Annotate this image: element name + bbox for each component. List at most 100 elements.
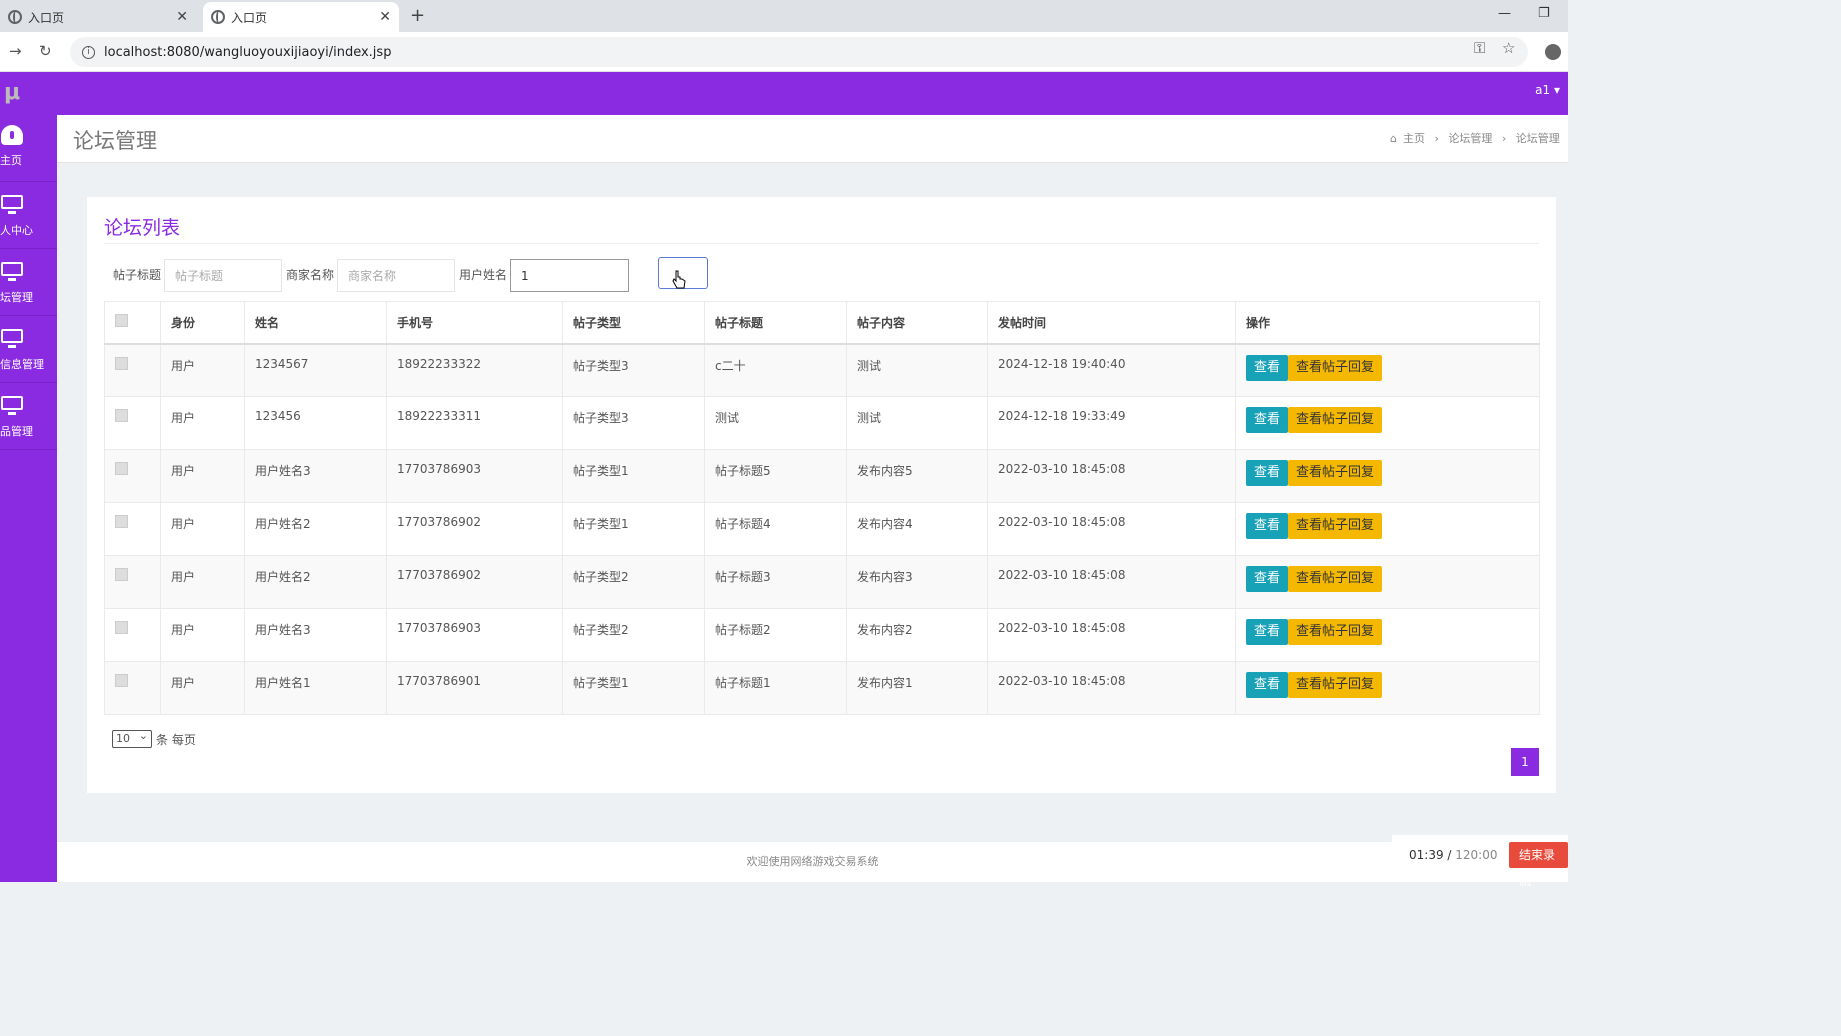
caret-down-icon: ▾ [1553, 83, 1560, 97]
row-checkbox-cell[interactable] [104, 661, 161, 715]
row-checkbox[interactable] [115, 515, 128, 528]
row-checkbox[interactable] [115, 356, 128, 370]
cell-post-title: 帖子标题5 [704, 449, 847, 503]
view-button[interactable]: 查看 [1246, 354, 1289, 381]
cell-actions: 查看 查看帖子回复 [1235, 608, 1540, 662]
sidebar-item-label: 信息管理 [0, 358, 44, 371]
view-button[interactable]: 查看 [1246, 407, 1289, 433]
cell-post-type: 帖子类型1 [562, 502, 705, 556]
chevron-right-icon: › [1501, 132, 1507, 145]
cell-post-content: 测试 [846, 396, 988, 450]
page-number-button[interactable]: 1 [1511, 748, 1539, 776]
sidebar-item-forum[interactable]: 坛管理 [0, 249, 57, 316]
info-icon[interactable]: i [82, 45, 95, 59]
table-header-row: 身份 姓名 手机号 帖子类型 帖子标题 帖子内容 发帖时间 操作 [104, 301, 1540, 345]
row-checkbox[interactable] [115, 568, 128, 581]
view-replies-button[interactable]: 查看帖子回复 [1288, 407, 1383, 433]
select-all-checkbox[interactable] [115, 314, 128, 328]
cell-post-title: 帖子标题3 [704, 555, 847, 609]
cell-identity: 用户 [160, 608, 245, 662]
browser-tab-2[interactable]: 入口页 ✕ [203, 2, 399, 32]
address-bar: → ↻ i localhost:8080/wangluoyouxijiaoyi/… [0, 32, 1568, 72]
close-tab-icon[interactable]: ✕ [176, 9, 188, 25]
merchant-input[interactable] [337, 259, 455, 292]
forward-icon[interactable]: → [9, 42, 22, 60]
new-tab-icon[interactable]: + [410, 5, 425, 26]
reload-icon[interactable]: ↻ [39, 42, 52, 60]
view-replies-button[interactable]: 查看帖子回复 [1288, 460, 1383, 486]
user-menu[interactable]: a1 ▾ [1535, 83, 1560, 97]
view-replies-button[interactable]: 查看帖子回复 [1288, 354, 1383, 381]
restore-icon[interactable]: ❐ [1538, 6, 1550, 21]
view-replies-button[interactable]: 查看帖子回复 [1288, 566, 1383, 592]
row-checkbox-cell[interactable] [104, 396, 161, 450]
browser-tab-1[interactable]: 入口页 ✕ [0, 2, 196, 32]
sidebar-item-info[interactable]: 信息管理 [0, 316, 57, 383]
view-replies-button[interactable]: 查看帖子回复 [1288, 672, 1383, 698]
stop-recording-button[interactable]: 结束录制 [1509, 842, 1568, 888]
hand-cursor-icon [672, 270, 686, 289]
cell-name: 123456 [244, 396, 387, 450]
view-replies-button[interactable]: 查看帖子回复 [1288, 619, 1383, 645]
sidebar-item-profile[interactable]: 人中心 [0, 182, 57, 249]
sidebar-item-home[interactable]: 主页 [0, 115, 57, 182]
row-checkbox-cell[interactable] [104, 502, 161, 556]
page-size-select[interactable]: 10 [112, 728, 152, 748]
globe-icon [211, 10, 225, 24]
star-icon[interactable]: ☆ [1502, 39, 1515, 57]
row-checkbox[interactable] [115, 621, 128, 634]
recording-widget: 01:39 / 120:00 结束录制 [1392, 835, 1568, 888]
cell-identity: 用户 [160, 396, 245, 450]
row-checkbox-cell[interactable] [104, 555, 161, 609]
view-button[interactable]: 查看 [1246, 513, 1289, 539]
view-button[interactable]: 查看 [1246, 566, 1289, 592]
cell-post-type: 帖子类型2 [562, 555, 705, 609]
cell-post-type: 帖子类型3 [562, 396, 705, 450]
profile-icon[interactable] [1545, 44, 1561, 60]
row-checkbox[interactable] [115, 462, 128, 475]
view-replies-button[interactable]: 查看帖子回复 [1288, 513, 1383, 539]
url-field[interactable]: i localhost:8080/wangluoyouxijiaoyi/inde… [70, 37, 1528, 67]
cell-actions: 查看 查看帖子回复 [1235, 661, 1540, 715]
minimize-icon[interactable]: — [1498, 6, 1511, 21]
globe-icon [8, 10, 22, 24]
cell-phone: 17703786902 [386, 555, 563, 609]
sidebar-item-products[interactable]: 品管理 [0, 383, 57, 450]
cell-post-title: 帖子标题1 [704, 661, 847, 715]
view-button[interactable]: 查看 [1246, 672, 1289, 698]
post-title-input[interactable] [164, 259, 282, 292]
sidebar-item-label: 主页 [0, 154, 22, 167]
user-name: a1 [1535, 83, 1551, 97]
row-checkbox[interactable] [115, 409, 128, 422]
cell-name: 用户姓名1 [244, 661, 387, 715]
cell-post-time: 2022-03-10 18:45:08 [987, 449, 1236, 503]
page-title: 论坛管理 [73, 129, 157, 153]
breadcrumb-current: 论坛管理 [1515, 132, 1560, 145]
table-row: 用户 1234567 18922233322 帖子类型3 c二十 测试 2024-12-18… [104, 343, 1540, 397]
cell-identity: 用户 [160, 555, 245, 609]
cell-identity: 用户 [160, 343, 245, 397]
row-checkbox-cell[interactable] [104, 449, 161, 503]
cell-actions: 查看 查看帖子回复 [1235, 396, 1540, 450]
row-checkbox-cell[interactable] [104, 343, 161, 397]
select-all-checkbox-cell[interactable] [104, 301, 161, 345]
recording-elapsed: 01:39 [1409, 848, 1444, 862]
row-checkbox[interactable] [115, 674, 128, 687]
col-name: 姓名 [244, 301, 387, 345]
view-button[interactable]: 查看 [1246, 619, 1289, 645]
breadcrumb-home[interactable]: 主页 [1403, 132, 1425, 145]
table-row: 用户 123456 18922233311 帖子类型3 测试 测试 2024-12-18 1… [104, 396, 1540, 450]
table-row: 用户 用户姓名3 17703786903 帖子类型1 帖子标题5 发布内容5 2022-03… [104, 449, 1540, 503]
forum-list-card: 论坛列表 帖子标题 商家名称 用户姓名 身份 姓名 手机号 帖子类型 帖子标题 … [87, 197, 1556, 793]
breadcrumb: ⌂ 主页 › 论坛管理 › 论坛管理 [1390, 130, 1566, 146]
close-tab-icon[interactable]: ✕ [379, 9, 391, 25]
view-button[interactable]: 查看 [1246, 460, 1289, 486]
breadcrumb-forum[interactable]: 论坛管理 [1448, 132, 1492, 145]
chevron-right-icon: › [1434, 132, 1439, 145]
key-icon[interactable]: ⚿ [1474, 39, 1485, 57]
page-size-control: 10 条 每页 [112, 728, 196, 748]
username-input[interactable] [510, 259, 629, 292]
row-checkbox-cell[interactable] [104, 608, 161, 662]
cell-name: 用户姓名3 [244, 449, 387, 503]
divider [104, 243, 1539, 244]
